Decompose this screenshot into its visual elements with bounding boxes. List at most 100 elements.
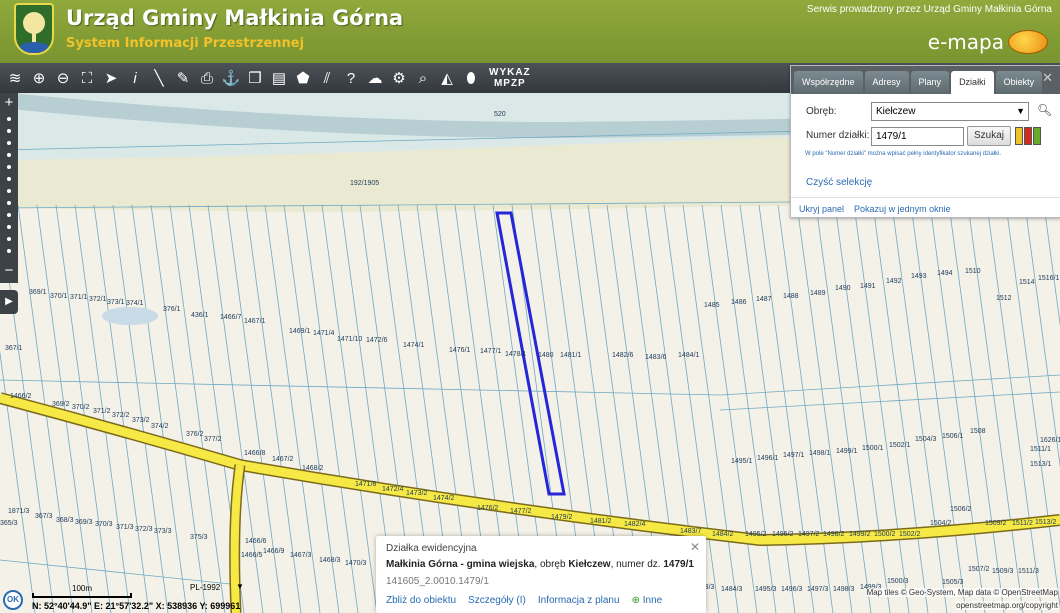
help-icon[interactable]: ? [339,66,363,90]
tab-adresy[interactable]: Adresy [864,71,909,94]
attribution-tiles: Map tiles © Geo-System, Map data © OpenS… [866,588,1058,597]
parcel-number-label: 371/2 [93,408,111,415]
zoom-step[interactable] [7,165,11,169]
parcel-number-label: 1496/1 [757,455,779,462]
parcel-number-label: 369/2 [52,401,70,408]
copy-icon[interactable]: ❐ [243,66,267,90]
zoom-step[interactable] [7,117,11,121]
zoom-plus-button[interactable]: + [0,95,18,111]
parcel-number-label: 1482/4 [624,521,646,528]
parcel-number-label: 1466/7 [220,314,242,321]
search-map-icon[interactable]: ⌕ [411,66,435,90]
tab-plany[interactable]: Plany [910,71,950,94]
parcel-number-label: 376/2 [186,431,204,438]
chevron-down-icon[interactable]: ▼ [236,582,244,591]
wykaz-mpzp-button[interactable]: WYKAZ MPZP [489,67,531,89]
parcel-number-label: 1497/1 [783,452,805,459]
popup-obreb-prefix: , obręb [534,559,569,570]
parcel-number-label: 1508 [970,428,986,435]
parcel-number-label: 1483/7 [680,528,702,535]
pointer-icon[interactable]: ➤ [99,66,123,90]
parcel-number-label: 369/1 [29,289,47,296]
parcel-number-input[interactable]: 1479/1 [871,127,964,146]
parcel-number-label: 1497/3 [807,586,829,593]
zoom-step[interactable] [7,189,11,193]
zoom-step[interactable] [7,249,11,253]
other-link[interactable]: ⊕ Inne [632,595,663,606]
parcel-number-label: 1509/2 [985,520,1007,527]
search-icon[interactable]: 🔍︎ [1037,103,1052,117]
settings-icon[interactable]: ⚙ [387,66,411,90]
parcel-number-label: 1514 [1019,279,1035,286]
parcel-number-label: 1489 [810,290,826,297]
color-red-swatch[interactable] [1024,127,1032,145]
parcel-number-label: 1509/3 [992,568,1014,575]
zoom-step[interactable] [7,153,11,157]
zoom-step[interactable] [7,141,11,145]
zoom-step[interactable] [7,129,11,133]
parcel-number-label: 1626/1 [1040,437,1060,444]
anchor-icon[interactable]: ⚓ [219,66,243,90]
panel-tabs: Współrzędne Adresy Plany Działki Obiekty [791,66,1060,94]
zoom-out-icon[interactable]: ⊖ [51,66,75,90]
zoom-step[interactable] [7,237,11,241]
zoom-to-object-link[interactable]: Zbliż do obiektu [386,595,456,606]
parcel-number-label: 1507/2 [968,566,990,573]
parcel-number-label: 1466/2 [10,393,32,400]
parcel-info-popup: Działka ewidencyjna ✕ Małkinia Górna - g… [376,536,706,613]
parcel-number-label: 374/2 [151,423,169,430]
single-window-link[interactable]: Pokazuj w jednym oknie [854,204,951,214]
header-title: Urząd Gminy Małkinia Górna [66,6,404,30]
panel-close-icon[interactable]: ✕ [1042,70,1053,86]
measure-icon[interactable]: ╲ [147,66,171,90]
hatch-icon[interactable]: ⫽ [315,66,339,90]
search-button[interactable]: Szukaj [967,126,1011,146]
expand-panel-arrow-icon[interactable]: ▶ [0,290,18,314]
zoom-minus-button[interactable]: − [0,263,18,279]
search-hint: W pole "Numer działki" można wpisać pełn… [805,151,1002,157]
parcel-number-label: 1492 [886,278,902,285]
zoom-in-icon[interactable]: ⊕ [27,66,51,90]
wykaz-line1: WYKAZ [489,67,531,78]
parcel-number-label: 1506/2 [950,506,972,513]
layout-icon[interactable]: ▤ [267,66,291,90]
cloud-icon[interactable]: ☁ [363,66,387,90]
tab-wspolrzedne[interactable]: Współrzędne [794,71,863,94]
tab-obiekty[interactable]: Obiekty [995,71,1043,94]
parcel-number-label: 1473/2 [406,490,428,497]
compass-icon[interactable]: ◭ [435,66,459,90]
tab-dzialki[interactable]: Działki [951,71,994,94]
zoom-step[interactable] [7,177,11,181]
clear-selection-link[interactable]: Czyść selekcję [806,177,872,188]
ok-button[interactable]: OK [3,590,23,610]
parcel-number-label: 375/3 [190,534,208,541]
parcel-number-label: 365/3 [0,520,18,527]
popup-close-icon[interactable]: ✕ [690,540,700,554]
crs-select-value[interactable]: PL-1992 [190,583,220,592]
parcel-number-label: 1495/1 [731,458,753,465]
parcel-number-label: 1516/1 [1038,275,1060,282]
parcel-number-label: 372/3 [135,526,153,533]
attribution-osm-link[interactable]: openstreetmap.org/copyright [956,601,1058,610]
zoom-extent-icon[interactable]: ⛶ [75,66,99,90]
parcel-number-label: 1468/3 [319,557,341,564]
emapa-brand-text: e-mapa [927,30,1004,54]
parcel-number-label: 1500/2 [874,531,896,538]
color-green-swatch[interactable] [1033,127,1041,145]
details-link[interactable]: Szczegóły (I) [468,595,526,606]
zoom-step[interactable] [7,225,11,229]
shape-icon[interactable]: ⬟ [291,66,315,90]
obreb-select[interactable]: Kiełczew ▼ [871,102,1029,121]
tools-icon[interactable]: ⬮ [459,66,483,90]
pan-icon[interactable]: ✎ [171,66,195,90]
print-icon[interactable]: ⎙ [195,66,219,90]
parcel-number-label: 1484/1 [678,352,700,359]
zoom-step[interactable] [7,201,11,205]
color-yellow-swatch[interactable] [1015,127,1023,145]
zoom-step[interactable] [7,213,11,217]
parcel-number-label: 1467/3 [290,552,312,559]
plan-info-link[interactable]: Informacja z planu [538,595,620,606]
layers-icon[interactable]: ≋ [3,66,27,90]
hide-panel-link[interactable]: Ukryj panel [799,204,844,214]
info-icon[interactable]: i [123,66,147,90]
